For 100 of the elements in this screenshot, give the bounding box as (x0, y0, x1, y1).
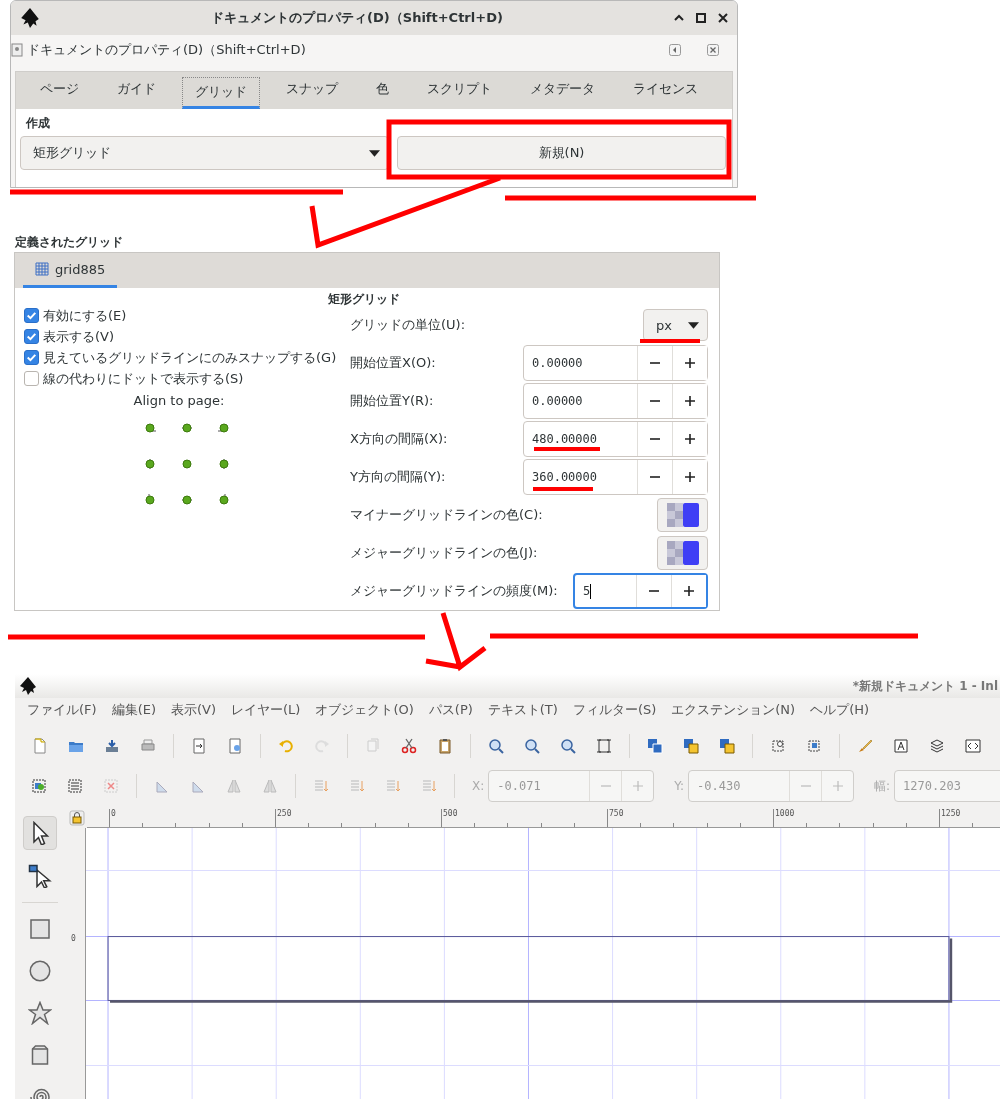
zoom-icon[interactable] (488, 738, 504, 754)
increment-button[interactable] (671, 575, 706, 607)
tab[interactable]: ライセンス (621, 72, 710, 109)
increment-button[interactable] (672, 346, 707, 380)
layers-icon[interactable] (929, 738, 945, 754)
ruler-label: 1250 (941, 809, 961, 818)
zoom-icon[interactable] (524, 738, 540, 754)
menu-item[interactable]: エクステンション(N) (665, 701, 805, 719)
plus-icon (684, 471, 696, 483)
dropdown-arrow-icon (369, 149, 380, 157)
spin-field[interactable]: 0.00000 (523, 345, 708, 381)
increment-button[interactable] (672, 422, 707, 456)
plus-icon (684, 395, 696, 407)
close-icon[interactable] (717, 12, 729, 24)
stacked-squares-icon[interactable] (719, 738, 735, 754)
app-logo-icon (19, 7, 41, 29)
ruler-label: 0 (71, 934, 76, 943)
anchor-point-icon[interactable] (217, 421, 231, 435)
menu-item[interactable]: パス(P) (422, 701, 482, 719)
spin-field[interactable]: 5 (573, 573, 708, 609)
menu-item[interactable]: ヘルプ(H) (804, 701, 879, 719)
xml-icon[interactable] (965, 738, 981, 754)
export-icon[interactable] (227, 738, 243, 754)
annotation-line (534, 447, 600, 451)
checkbox[interactable] (24, 329, 39, 344)
dropdown-arrow-icon (688, 321, 699, 329)
save-icon[interactable] (104, 738, 120, 754)
anchor-point-icon[interactable] (180, 493, 194, 507)
spin-field[interactable]: 0.00000 (523, 383, 708, 419)
checkbox-label: 表示する(V) (43, 327, 115, 346)
unit-dropdown[interactable]: px (643, 309, 708, 341)
plus-icon (684, 433, 696, 445)
menu-item[interactable]: テキスト(T) (481, 701, 567, 719)
check-icon (25, 330, 38, 343)
field-label: メジャーグリッドラインの頻度(M): (350, 582, 559, 600)
coordinate-label: Y: (674, 779, 685, 793)
checkbox[interactable] (24, 371, 39, 386)
paste-icon[interactable] (437, 738, 453, 754)
cut-icon[interactable] (401, 738, 417, 754)
field-label: メジャーグリッドラインの色(J): (350, 544, 539, 562)
menu-item[interactable]: フィルター(S) (566, 701, 666, 719)
spin-field[interactable]: 480.00000 (523, 421, 708, 457)
increment-button[interactable] (672, 384, 707, 418)
annotation-arrow (423, 610, 488, 672)
lock-icon[interactable] (69, 810, 85, 826)
tab[interactable]: ガイド (105, 72, 168, 109)
color-button[interactable] (657, 536, 708, 570)
plus-icon (684, 357, 696, 369)
ruler-label: 0 (111, 809, 116, 818)
field-label: Y方向の間隔(Y): (350, 468, 447, 486)
color-button[interactable] (657, 498, 708, 532)
menu-item[interactable]: 編集(E) (105, 701, 165, 719)
select-list-icon[interactable] (67, 778, 83, 794)
color-swatch-icon (666, 503, 699, 527)
anchor-point-icon[interactable] (180, 421, 194, 435)
anchor-point-icon[interactable] (217, 493, 231, 507)
stacked-squares-icon[interactable] (683, 738, 699, 754)
text-icon[interactable] (893, 738, 909, 754)
plus-icon (683, 585, 695, 597)
anchor-point-icon[interactable] (180, 457, 194, 471)
anchor-point-icon[interactable] (143, 421, 157, 435)
node-box-icon[interactable] (806, 738, 822, 754)
field-label: 開始位置X(O): (350, 354, 437, 372)
tab[interactable]: ページ (28, 72, 91, 109)
spin-field[interactable]: 360.00000 (523, 459, 708, 495)
node-box-icon[interactable] (770, 738, 786, 754)
annotation-line (640, 339, 700, 343)
fit-frame-icon[interactable] (596, 738, 612, 754)
maximize-icon[interactable] (695, 12, 707, 24)
menu-item[interactable]: 表示(V) (165, 701, 226, 719)
anchor-point-icon[interactable] (217, 457, 231, 471)
anchor-point-icon[interactable] (143, 493, 157, 507)
window-title: ドキュメントのプロパティ(D)（Shift+Ctrl+D) (210, 9, 504, 27)
stacked-squares-icon[interactable] (647, 738, 663, 754)
tab[interactable]: grid885 (23, 253, 118, 288)
zoom-icon[interactable] (560, 738, 576, 754)
plus-icon (831, 780, 844, 792)
grid-type-dropdown[interactable]: 矩形グリッド (20, 136, 389, 170)
check-icon (25, 351, 38, 364)
increment-button[interactable] (672, 460, 707, 494)
tab[interactable]: 色 (364, 72, 401, 109)
checkbox[interactable] (24, 350, 39, 365)
import-icon[interactable] (191, 738, 207, 754)
tab[interactable]: スナップ (274, 72, 350, 109)
plus-icon (631, 780, 644, 792)
tab[interactable]: グリッド (182, 77, 260, 109)
ruler-label: 500 (443, 809, 458, 818)
check-icon (25, 309, 38, 322)
menu-item[interactable]: レイヤー(L) (225, 701, 310, 719)
menu-item[interactable]: ファイル(F) (21, 701, 106, 719)
checkbox-label: 有効にする(E) (43, 306, 127, 325)
menu-item[interactable]: オブジェクト(O) (309, 701, 423, 719)
select-all-icon[interactable] (31, 778, 47, 794)
section-title: 矩形グリッド (328, 292, 401, 306)
anchor-point-icon[interactable] (143, 457, 157, 471)
new-button[interactable]: 新規(N) (397, 136, 726, 170)
checkbox[interactable] (24, 308, 39, 323)
color-swatch-icon (666, 541, 699, 565)
tab[interactable]: メタデータ (518, 72, 607, 109)
tab[interactable]: スクリプト (415, 72, 504, 109)
